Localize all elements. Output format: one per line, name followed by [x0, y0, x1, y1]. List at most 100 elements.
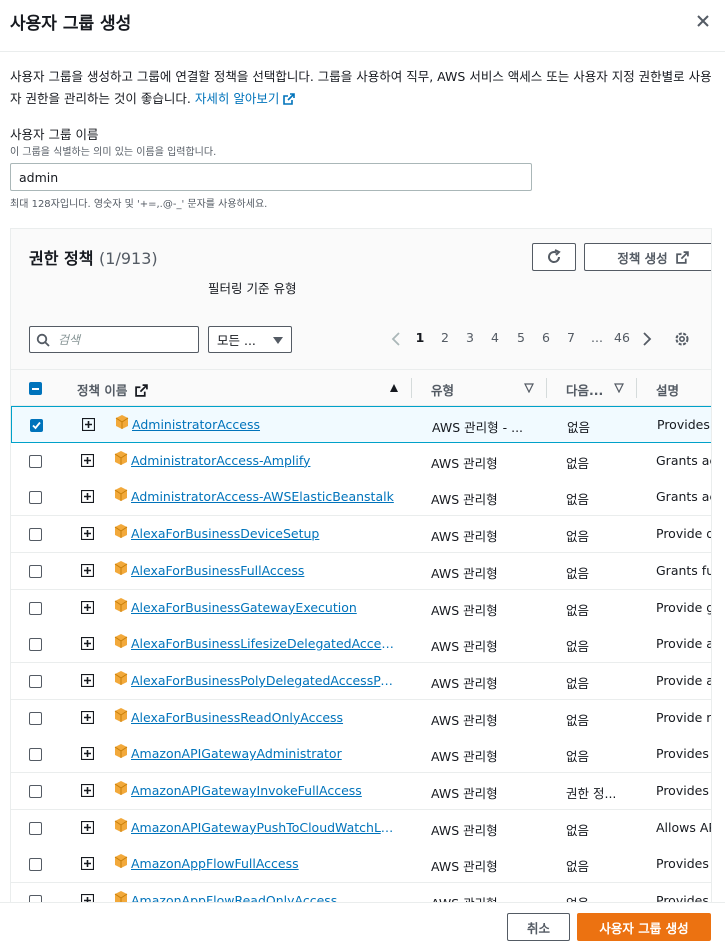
page-6[interactable]: 6 — [536, 330, 556, 345]
table-row[interactable]: AdministratorAccess-Amplify AWS 관리형 없음 Gran… — [11, 442, 711, 480]
expand-icon[interactable] — [81, 453, 94, 467]
policy-name-link[interactable]: AmazonAPIGatewayAdministrator — [131, 746, 396, 761]
group-name-input[interactable] — [10, 163, 532, 191]
expand-icon[interactable] — [81, 784, 94, 797]
page-1[interactable]: 1 — [410, 330, 430, 345]
policy-name-link[interactable]: AlexaForBusinessLifesizeDelegatedAccessP… — [131, 636, 396, 651]
table-row[interactable]: AlexaForBusinessPolyDelegatedAccessPolic… — [11, 662, 711, 700]
row-checkbox[interactable] — [29, 491, 42, 505]
expand-icon[interactable] — [82, 418, 95, 431]
table-row[interactable]: AlexaForBusinessGatewayExecution AWS 관리형 없… — [11, 589, 711, 627]
sort-icon[interactable] — [524, 383, 534, 393]
policies-table-header: 정책 이름 유형 다음... 설명 — [11, 369, 711, 406]
select-all-checkbox[interactable] — [29, 382, 42, 395]
policy-description: Provide ga — [656, 599, 711, 615]
column-divider[interactable] — [636, 378, 637, 398]
row-checkbox[interactable] — [29, 858, 42, 872]
table-row[interactable]: AlexaForBusinessReadOnlyAccess AWS 관리형 없음 P… — [11, 699, 711, 737]
policy-name-link[interactable]: AlexaForBusinessReadOnlyAccess — [131, 710, 396, 725]
expand-icon[interactable] — [81, 637, 94, 651]
page-3[interactable]: 3 — [460, 330, 480, 345]
page-7[interactable]: 7 — [561, 330, 581, 345]
policy-type: AWS 관리형 — [431, 749, 498, 765]
filter-type-select[interactable]: 모든 ... — [208, 326, 292, 353]
expand-icon[interactable] — [81, 710, 94, 724]
learn-more-link[interactable]: 자세히 알아보기 — [195, 91, 296, 106]
policy-type: AWS 관리형 - ... — [432, 420, 524, 435]
row-checkbox[interactable] — [29, 748, 42, 762]
row-checkbox[interactable] — [29, 674, 42, 688]
column-header-next[interactable]: 다음... — [566, 380, 603, 399]
expand-icon[interactable] — [81, 820, 94, 834]
search-placeholder: 검색 — [58, 333, 81, 347]
expand-icon[interactable] — [81, 857, 94, 871]
policy-name-link[interactable]: AlexaForBusinessDeviceSetup — [131, 526, 396, 541]
policy-type: AWS 관리형 — [431, 859, 498, 875]
policy-name-link[interactable]: AmazonAppFlowFullAccess — [131, 856, 396, 871]
expand-icon[interactable] — [81, 527, 94, 541]
page-2[interactable]: 2 — [435, 330, 455, 345]
row-checkbox[interactable] — [30, 419, 43, 432]
column-header-desc[interactable]: 설명 — [656, 380, 679, 399]
column-header-type[interactable]: 유형 — [431, 380, 454, 399]
create-policy-button[interactable]: 정책 생성 — [584, 243, 711, 271]
row-checkbox[interactable] — [29, 711, 42, 725]
policy-name-link[interactable]: AdministratorAccess-AWSElasticBeanstalk — [131, 489, 396, 504]
policy-name-link[interactable]: AlexaForBusinessGatewayExecution — [131, 600, 396, 615]
row-checkbox[interactable] — [29, 785, 42, 798]
gear-icon[interactable] — [674, 331, 690, 347]
row-checkbox[interactable] — [29, 601, 42, 615]
aws-managed-policy-icon — [114, 560, 128, 575]
page-4[interactable]: 4 — [485, 330, 505, 345]
dialog-description: 사용자 그룹을 생성하고 그룹에 연결할 정책을 선택합니다. 그룹을 사용하여… — [10, 66, 715, 110]
external-link-icon — [283, 93, 296, 105]
sort-ascending-icon[interactable] — [389, 383, 399, 393]
table-row[interactable]: AmazonAppFlowFullAccess AWS 관리형 없음 Provides… — [11, 846, 711, 884]
policies-title: 권한 정책 (1/913) — [29, 249, 158, 268]
table-row[interactable]: AlexaForBusinessDeviceSetup AWS 관리형 없음 Prov… — [11, 516, 711, 554]
table-row[interactable]: AmazonAPIGatewayPushToCloudWatchLogs AWS … — [11, 809, 711, 847]
search-input[interactable]: 검색 — [29, 326, 199, 353]
column-divider[interactable] — [411, 378, 412, 398]
policy-description: Grants full — [656, 562, 711, 578]
refresh-button[interactable] — [532, 243, 576, 271]
expand-icon[interactable] — [81, 747, 94, 761]
policy-name-link[interactable]: AmazonAPIGatewayPushToCloudWatchLogs — [131, 820, 396, 835]
row-checkbox[interactable] — [29, 528, 42, 542]
expand-icon[interactable] — [81, 490, 94, 504]
table-row[interactable]: AmazonAPIGatewayAdministrator AWS 관리형 없음 Pr… — [11, 736, 711, 774]
policy-type: AWS 관리형 — [431, 786, 498, 801]
aws-managed-policy-icon — [114, 781, 128, 795]
policy-name-link[interactable]: AdministratorAccess — [132, 417, 397, 432]
row-checkbox[interactable] — [29, 821, 42, 835]
row-checkbox[interactable] — [29, 638, 42, 652]
policy-name-link[interactable]: AdministratorAccess-Amplify — [131, 453, 396, 468]
row-checkbox[interactable] — [29, 564, 42, 578]
table-row[interactable]: AlexaForBusinessFullAccess AWS 관리형 없음 Grant… — [11, 552, 711, 590]
policy-type: AWS 관리형 — [431, 675, 498, 691]
expand-icon[interactable] — [81, 673, 94, 687]
external-link-icon — [675, 250, 689, 264]
policy-name-link[interactable]: AlexaForBusinessPolyDelegatedAccessPolic… — [131, 673, 396, 688]
row-checkbox[interactable] — [29, 454, 42, 468]
expand-icon[interactable] — [81, 600, 94, 614]
column-header-name[interactable]: 정책 이름 — [77, 380, 148, 399]
table-row[interactable]: AmazonAPIGatewayInvokeFullAccess AWS 관리형 권… — [11, 773, 711, 810]
table-row[interactable]: AdministratorAccess-AWSElasticBeanstalk A… — [11, 479, 711, 517]
expand-icon[interactable] — [81, 563, 94, 577]
chevron-left-icon[interactable] — [391, 332, 401, 346]
cancel-button[interactable]: 취소 — [507, 913, 570, 941]
page-46[interactable]: 46 — [609, 330, 635, 345]
table-row[interactable]: AlexaForBusinessLifesizeDelegatedAccessP… — [11, 626, 711, 664]
sort-icon[interactable] — [614, 383, 624, 393]
chevron-right-icon[interactable] — [642, 332, 652, 346]
close-icon[interactable] — [695, 12, 711, 30]
page-5[interactable]: 5 — [511, 330, 531, 345]
policy-description: Provides fu — [656, 783, 711, 798]
table-row[interactable]: AdministratorAccess AWS 관리형 - ... 없음 Provid… — [11, 406, 711, 443]
policy-description: Grants acc — [656, 452, 711, 468]
policy-name-link[interactable]: AmazonAPIGatewayInvokeFullAccess — [131, 783, 396, 798]
create-group-button[interactable]: 사용자 그룹 생성 — [577, 913, 711, 941]
column-divider[interactable] — [546, 378, 547, 398]
policy-name-link[interactable]: AlexaForBusinessFullAccess — [131, 563, 396, 578]
